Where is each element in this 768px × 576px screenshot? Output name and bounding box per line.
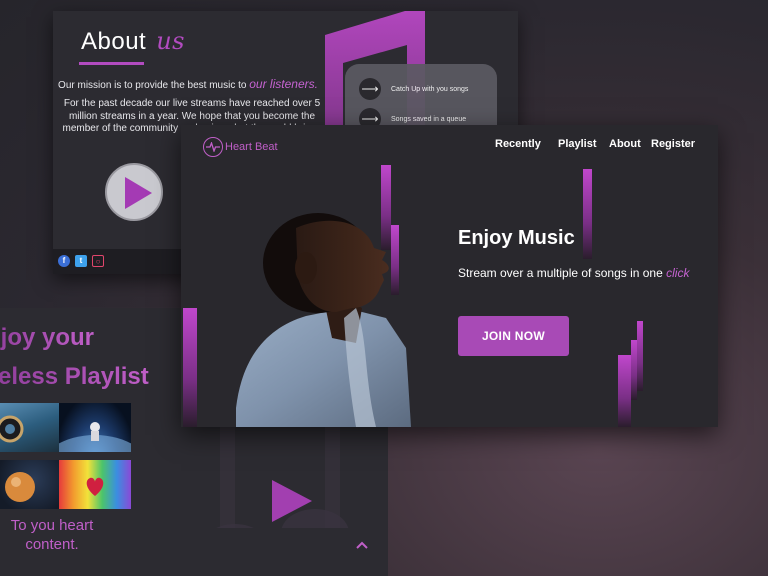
chevron-up-icon[interactable] xyxy=(355,538,369,552)
feature-label: Songs saved in a queue xyxy=(391,115,467,123)
decorative-bar xyxy=(583,169,592,259)
facebook-icon[interactable]: f xyxy=(58,255,70,267)
arrow-right-icon: ⟶ xyxy=(359,78,381,100)
feature-label: Catch Up with you songs xyxy=(391,85,469,93)
playlist-thumbnail[interactable] xyxy=(0,403,62,452)
playlist-thumbnail[interactable] xyxy=(59,403,131,452)
astronaut-image xyxy=(59,422,131,452)
heartbeat-icon xyxy=(203,137,223,157)
nav-link-playlist[interactable]: Playlist xyxy=(558,138,597,150)
hero-card: Heart Beat Recently Playlist About Regis… xyxy=(181,125,718,427)
decorative-bar xyxy=(637,321,643,391)
camera-lens-image xyxy=(0,415,24,443)
playlist-caption: To you heart content. xyxy=(10,517,94,553)
brand-logo[interactable]: Heart Beat xyxy=(203,137,278,157)
instagram-icon[interactable]: ○ xyxy=(92,255,104,267)
join-now-button[interactable]: JOIN NOW xyxy=(458,316,569,356)
glass-sphere-image xyxy=(5,472,35,502)
listener-photo xyxy=(236,213,411,427)
playlist-heading-line2: teless Playlist xyxy=(0,363,149,391)
playlist-thumbnail[interactable] xyxy=(0,460,62,509)
hero-subtitle-highlight: click xyxy=(666,266,690,280)
play-button[interactable] xyxy=(105,163,163,221)
about-title: About us xyxy=(81,27,185,56)
playlist-heading-line1: njoy your xyxy=(0,324,94,352)
hero-title: Enjoy Music xyxy=(458,227,575,249)
about-title-word: About xyxy=(81,28,147,55)
decorative-bar xyxy=(618,355,631,427)
about-title-accent: us xyxy=(156,27,185,55)
heart-image xyxy=(86,477,104,496)
hero-subtitle: Stream over a multiple of songs in one c… xyxy=(458,266,689,280)
decorative-bar xyxy=(183,308,197,427)
brand-name: Heart Beat xyxy=(225,141,278,153)
feature-item[interactable]: ⟶ Catch Up with you songs xyxy=(359,78,468,100)
nav-link-register[interactable]: Register xyxy=(651,138,695,150)
mission-text: Our mission is to provide the best music… xyxy=(58,80,247,91)
nav-link-about[interactable]: About xyxy=(609,138,641,150)
nav-link-recently[interactable]: Recently xyxy=(495,138,541,150)
twitter-icon[interactable]: t xyxy=(75,255,87,267)
about-title-underline xyxy=(79,62,144,65)
hero-subtitle-text: Stream over a multiple of songs in one xyxy=(458,266,663,280)
play-triangle-decoration xyxy=(272,480,312,522)
mission-highlight: our listeners. xyxy=(249,77,318,91)
playlist-thumbnail[interactable] xyxy=(59,460,131,509)
play-icon xyxy=(125,177,152,209)
about-mission: Our mission is to provide the best music… xyxy=(53,77,323,91)
